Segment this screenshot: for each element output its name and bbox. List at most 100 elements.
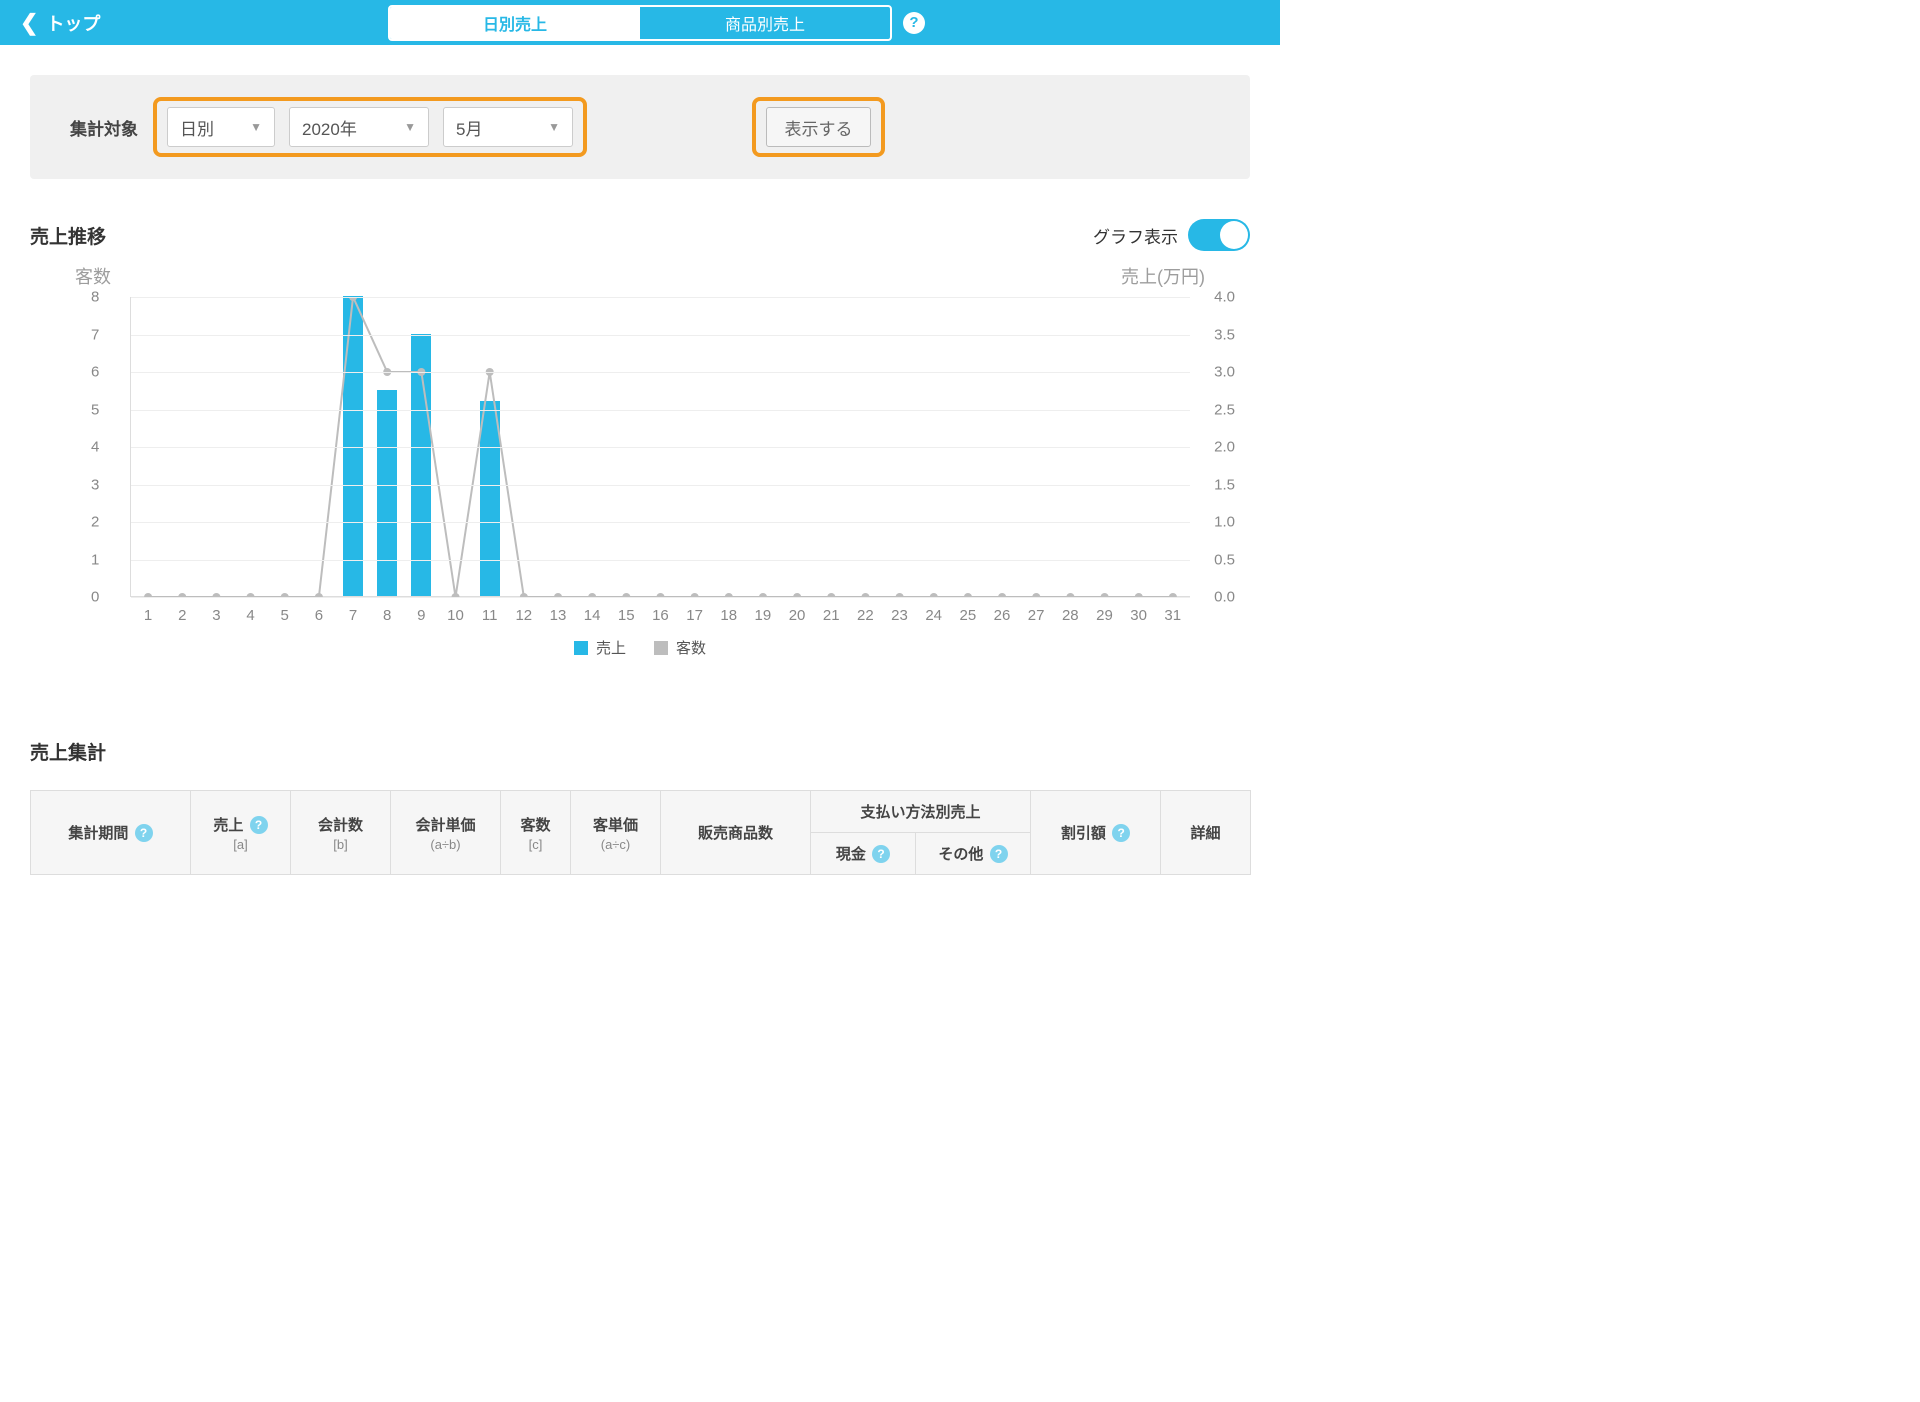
display-button-highlight: 表示する (752, 97, 885, 157)
summary-table: 集計期間 ? 売上 ?[a] 会計数[b] 会計単価(a÷b) 客数[c] 客単… (30, 790, 1251, 875)
month-select[interactable]: 5月 ▼ (443, 107, 573, 147)
y-tick-left: 3 (91, 476, 99, 493)
col-pay-other: その他 ? (916, 833, 1031, 875)
col-period: 集計期間 ? (31, 791, 191, 875)
chart-legend: 売上 客数 (30, 637, 1250, 658)
y-tick-left: 1 (91, 551, 99, 568)
y-tick-left: 6 (91, 364, 99, 381)
y-tick-left: 5 (91, 401, 99, 418)
y-tick-right: 1.0 (1214, 514, 1235, 531)
col-pay-cash: 現金 ? (811, 833, 916, 875)
x-tick: 3 (199, 607, 233, 624)
year-select[interactable]: 2020年 ▼ (289, 107, 429, 147)
filter-select-group: 日別 ▼ 2020年 ▼ 5月 ▼ (153, 97, 587, 157)
x-tick: 14 (575, 607, 609, 624)
col-detail: 詳細 (1161, 791, 1251, 875)
x-tick: 28 (1053, 607, 1087, 624)
col-discount: 割引額 ? (1031, 791, 1161, 875)
legend-sales: 売上 (596, 637, 626, 658)
back-button[interactable]: ❮ トップ (20, 10, 100, 36)
month-value: 5月 (456, 115, 482, 140)
period-type-value: 日別 (180, 115, 214, 140)
x-tick: 29 (1087, 607, 1121, 624)
year-value: 2020年 (302, 115, 357, 140)
chevron-down-icon: ▼ (548, 120, 560, 134)
axis-right-label: 売上(万円) (1121, 263, 1205, 289)
y-tick-right: 3.0 (1214, 364, 1235, 381)
y-tick-left: 2 (91, 514, 99, 531)
x-tick: 18 (712, 607, 746, 624)
x-tick: 1 (131, 607, 165, 624)
x-tick: 11 (473, 607, 507, 624)
graph-toggle[interactable] (1188, 219, 1250, 251)
x-tick: 7 (336, 607, 370, 624)
y-tick-right: 2.0 (1214, 439, 1235, 456)
x-tick: 22 (848, 607, 882, 624)
chevron-down-icon: ▼ (250, 120, 262, 134)
col-payment-group: 支払い方法別売上 (811, 791, 1031, 833)
x-tick: 8 (370, 607, 404, 624)
x-tick: 23 (882, 607, 916, 624)
x-tick: 20 (780, 607, 814, 624)
filter-bar: 集計対象 日別 ▼ 2020年 ▼ 5月 ▼ 表示する (30, 75, 1250, 179)
x-tick: 5 (268, 607, 302, 624)
x-tick: 10 (438, 607, 472, 624)
x-tick: 17 (678, 607, 712, 624)
chart-bar (377, 390, 397, 596)
y-tick-left: 0 (91, 589, 99, 606)
period-type-select[interactable]: 日別 ▼ (167, 107, 275, 147)
col-avg-check: 会計単価(a÷b) (391, 791, 501, 875)
x-tick: 13 (541, 607, 575, 624)
x-tick: 12 (507, 607, 541, 624)
help-icon[interactable]: ? (903, 12, 925, 34)
x-tick: 15 (609, 607, 643, 624)
x-tick: 25 (951, 607, 985, 624)
tab-product-sales[interactable]: 商品別売上 (640, 7, 890, 39)
tab-daily-sales[interactable]: 日別売上 (390, 7, 640, 39)
y-tick-right: 0.0 (1214, 589, 1235, 606)
col-items-sold: 販売商品数 (661, 791, 811, 875)
info-icon[interactable]: ? (250, 816, 268, 834)
chevron-down-icon: ▼ (404, 120, 416, 134)
back-label: トップ (46, 10, 100, 36)
info-icon[interactable]: ? (135, 824, 153, 842)
view-tabs: 日別売上 商品別売上 (388, 5, 892, 41)
info-icon[interactable]: ? (1112, 824, 1130, 842)
sales-chart: 1234567891011121314151617181920212223242… (130, 297, 1190, 597)
col-avg-customer: 客単価(a÷c) (571, 791, 661, 875)
chart-bar (343, 296, 363, 596)
x-tick: 4 (233, 607, 267, 624)
x-tick: 19 (746, 607, 780, 624)
trend-section-title: 売上推移 (30, 222, 106, 249)
x-tick: 16 (643, 607, 677, 624)
x-tick: 30 (1122, 607, 1156, 624)
y-tick-right: 0.5 (1214, 551, 1235, 568)
x-tick: 2 (165, 607, 199, 624)
summary-section-title: 売上集計 (30, 738, 1250, 765)
x-tick: 24 (917, 607, 951, 624)
axis-left-label: 客数 (75, 263, 111, 289)
chart-bar (480, 401, 500, 596)
x-tick: 9 (404, 607, 438, 624)
filter-label: 集計対象 (70, 115, 138, 140)
col-customers: 客数[c] (501, 791, 571, 875)
legend-customers: 客数 (676, 637, 706, 658)
chevron-left-icon: ❮ (20, 10, 38, 36)
col-count: 会計数[b] (291, 791, 391, 875)
x-tick: 27 (1019, 607, 1053, 624)
y-tick-left: 8 (91, 289, 99, 306)
info-icon[interactable]: ? (990, 845, 1008, 863)
x-tick: 26 (985, 607, 1019, 624)
y-tick-left: 4 (91, 439, 99, 456)
y-tick-right: 4.0 (1214, 289, 1235, 306)
info-icon[interactable]: ? (872, 845, 890, 863)
x-tick: 31 (1156, 607, 1190, 624)
display-button[interactable]: 表示する (766, 107, 871, 147)
y-tick-right: 2.5 (1214, 401, 1235, 418)
x-tick: 6 (302, 607, 336, 624)
y-tick-right: 1.5 (1214, 476, 1235, 493)
col-sales: 売上 ?[a] (191, 791, 291, 875)
graph-toggle-label: グラフ表示 (1093, 223, 1178, 248)
y-tick-right: 3.5 (1214, 326, 1235, 343)
x-tick: 21 (814, 607, 848, 624)
